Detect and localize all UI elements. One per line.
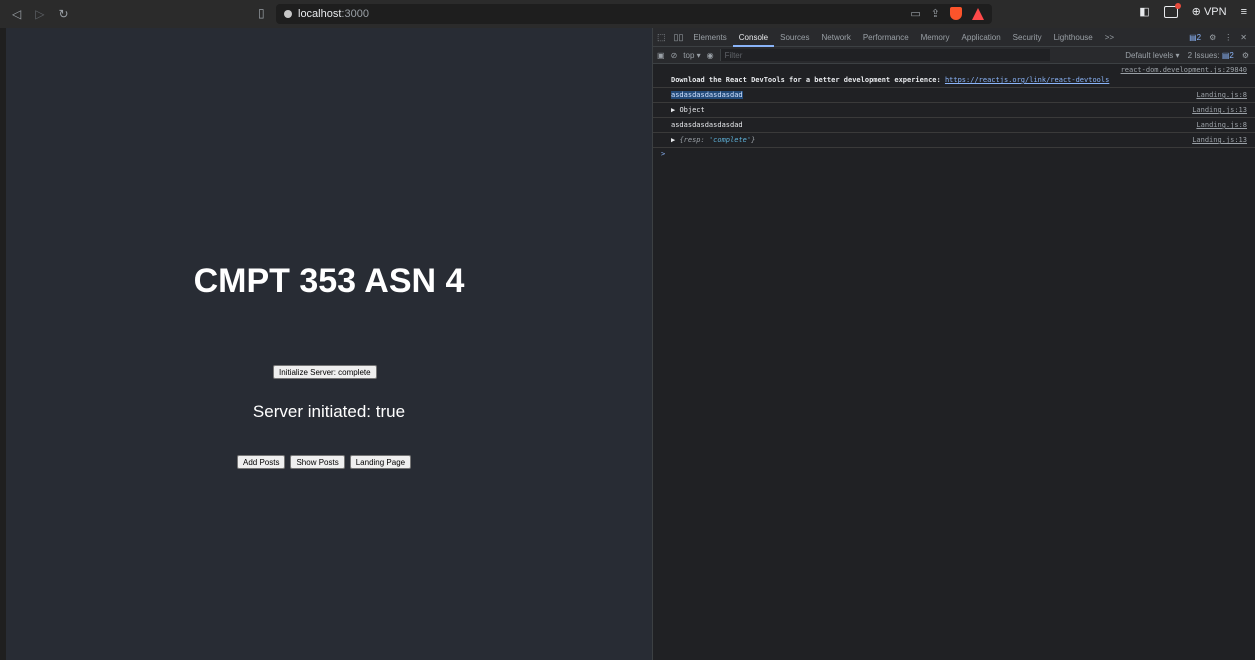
expand-triangle-icon[interactable]: ▶ — [671, 106, 675, 114]
more-options-icon[interactable]: ⋮ — [1224, 33, 1232, 42]
brave-shield-icon[interactable] — [950, 7, 962, 20]
log-message: Download the React DevTools for a better… — [671, 76, 945, 84]
tab-console[interactable]: Console — [732, 28, 775, 47]
log-source-link[interactable]: Landing.js:13 — [1192, 136, 1247, 144]
log-levels-label: Default levels — [1125, 50, 1174, 60]
log-source-link[interactable]: Landing.js:8 — [1196, 121, 1247, 129]
tab-performance[interactable]: Performance — [857, 28, 915, 47]
clear-console-icon[interactable]: ⊘ — [671, 51, 678, 60]
vpn-label: VPN — [1203, 6, 1227, 18]
log-message: asdasdasdasdasdad — [671, 91, 743, 99]
add-posts-button[interactable]: Add Posts — [237, 455, 286, 469]
forward-icon[interactable]: ▷ — [35, 7, 44, 21]
console-log-entry: ▶ {resp: 'complete'} Landing.js:13 — [653, 133, 1255, 148]
console-filter-input[interactable] — [719, 49, 1050, 61]
expand-triangle-icon[interactable]: ▶ — [671, 136, 675, 144]
page-title: CMPT 353 ASN 4 — [193, 262, 465, 300]
live-expression-eye-icon[interactable]: ◉ — [707, 51, 714, 60]
console-toolbar: ▣ ⊘ top ▾ ◉ Default levels ▾ 2 Issues: ▤… — [653, 47, 1255, 64]
console-log-entry: asdasdasdasdasdad Landing.js:8 — [653, 118, 1255, 133]
address-bar-actions: ▭ ⇪ — [910, 7, 984, 20]
log-object-label[interactable]: Object — [679, 106, 704, 114]
log-object-value: 'complete' — [708, 136, 752, 144]
issues-badge-count: 2 — [1196, 32, 1202, 42]
sidebar-icon[interactable]: ◧ — [1139, 5, 1149, 18]
context-selector[interactable]: top ▾ — [683, 51, 700, 60]
tab-security[interactable]: Security — [1007, 28, 1048, 47]
url-port: :3000 — [341, 8, 369, 20]
tab-application[interactable]: Application — [956, 28, 1007, 47]
console-log-entry: react-dom.development.js:29840 Download … — [653, 64, 1255, 88]
tab-sources[interactable]: Sources — [774, 28, 815, 47]
console-settings-gear-icon[interactable]: ⚙ — [1242, 51, 1249, 60]
more-tabs-button[interactable]: >> — [1099, 28, 1120, 47]
context-label: top — [683, 50, 695, 60]
cast-icon[interactable]: ▭ — [910, 7, 920, 20]
settings-gear-icon[interactable]: ⚙ — [1209, 33, 1216, 42]
issues-badge[interactable]: ▤2 — [1189, 33, 1201, 42]
wallet-icon[interactable] — [1163, 2, 1181, 18]
console-log-entry: ▶ Object Landing.js:13 — [653, 103, 1255, 118]
tab-memory[interactable]: Memory — [915, 28, 956, 47]
close-icon[interactable]: ✕ — [1240, 33, 1247, 42]
log-source-link[interactable]: react-dom.development.js:29840 — [1121, 66, 1247, 74]
show-posts-button[interactable]: Show Posts — [290, 455, 345, 469]
console-output: react-dom.development.js:29840 Download … — [653, 64, 1255, 160]
react-devtools-link[interactable]: https://reactjs.org/link/react-devtools — [945, 76, 1109, 84]
server-status-text: Server initiated: true — [252, 402, 406, 421]
issues-counter-label: 2 Issues: — [1187, 50, 1220, 60]
device-toolbar-icon[interactable]: ▯▯ — [670, 32, 688, 43]
devtools-tab-bar: ⬚ ▯▯ Elements Console Sources Network Pe… — [653, 28, 1255, 47]
issues-counter-count: ▤2 — [1221, 50, 1234, 60]
console-log-entry: asdasdasdasdasdad Landing.js:8 — [653, 88, 1255, 103]
app-page: CMPT 353 ASN 4 Initialize Server: comple… — [0, 28, 652, 660]
inspect-element-icon[interactable]: ⬚ — [653, 32, 670, 43]
devtools-tab-actions: ▤2 ⚙ ⋮ ✕ — [1189, 33, 1255, 42]
nav-buttons: ◁ ▷ ↻ — [0, 7, 69, 21]
log-object-key: resp — [683, 136, 701, 144]
tab-lighthouse[interactable]: Lighthouse — [1048, 28, 1099, 47]
url-host: localhost — [298, 8, 342, 20]
landing-page-button[interactable]: Landing Page — [349, 455, 412, 469]
browser-toolbar: ◁ ▷ ↻ ▯ localhost:3000 ▭ ⇪ ◧ ⊕ VPN ≡ — [0, 0, 1255, 28]
tab-network[interactable]: Network — [816, 28, 857, 47]
issues-counter[interactable]: 2 Issues: ▤2 — [1188, 51, 1234, 60]
browser-actions: ◧ ⊕ VPN ≡ — [1139, 2, 1247, 18]
sidebar-toggle-icon[interactable]: ▣ — [657, 51, 665, 60]
reload-icon[interactable]: ↻ — [58, 7, 68, 21]
menu-icon[interactable]: ≡ — [1241, 6, 1247, 18]
bookmark-icon[interactable]: ▯ — [258, 6, 265, 20]
log-source-link[interactable]: Landing.js:13 — [1192, 106, 1247, 114]
address-bar[interactable]: localhost:3000 ▭ ⇪ — [276, 4, 992, 24]
log-source-link[interactable]: Landing.js:8 — [1196, 91, 1247, 99]
vpn-button[interactable]: ⊕ VPN — [1192, 5, 1227, 18]
console-levels: Default levels ▾ 2 Issues: ▤2 ⚙ — [1125, 51, 1255, 60]
site-info-icon[interactable] — [284, 10, 292, 18]
log-levels-dropdown[interactable]: Default levels ▾ — [1125, 51, 1179, 60]
tab-elements[interactable]: Elements — [687, 28, 732, 47]
log-message: asdasdasdasdasdad — [671, 121, 743, 129]
nav-button-row: Add Posts Show Posts Landing Page — [237, 455, 412, 469]
back-icon[interactable]: ◁ — [12, 7, 21, 21]
brave-rewards-icon[interactable] — [972, 7, 984, 20]
devtools-panel: ⬚ ▯▯ Elements Console Sources Network Pe… — [652, 28, 1255, 660]
share-icon[interactable]: ⇪ — [931, 7, 940, 20]
initialize-server-button[interactable]: Initialize Server: complete — [273, 365, 377, 379]
issues-counter-number: 2 — [1229, 50, 1234, 60]
console-prompt[interactable]: > — [653, 148, 1255, 160]
